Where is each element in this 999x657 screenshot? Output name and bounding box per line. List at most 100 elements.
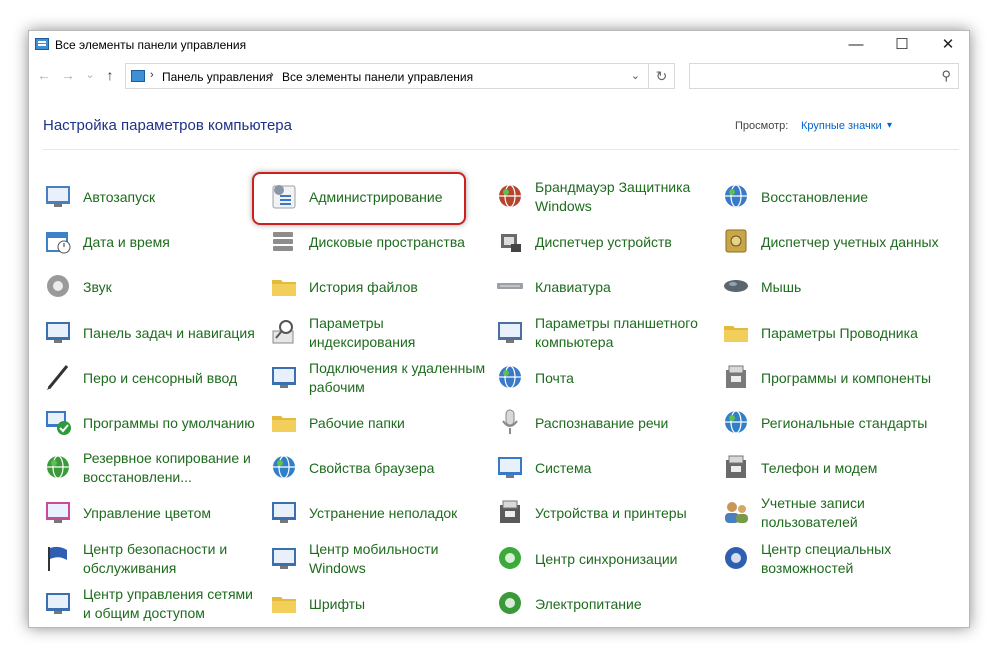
maximize-button[interactable]: ☐ — [879, 31, 925, 59]
control-panel-item[interactable]: Устранение неполадок — [269, 492, 489, 534]
work-folders-icon — [269, 407, 299, 437]
control-panel-item[interactable]: Свойства браузера — [269, 447, 489, 489]
address-toolbar: ← → ⌄ ↑ › Панель управления › Все элемен… — [29, 63, 969, 91]
control-panel-item[interactable]: Диспетчер учетных данных — [721, 221, 941, 263]
chevron-down-icon[interactable]: ▾ — [887, 120, 892, 131]
item-label: Программы по умолчанию — [83, 414, 255, 431]
recent-locations-button[interactable]: ⌄ — [81, 68, 99, 81]
control-panel-item[interactable]: Мышь — [721, 266, 941, 308]
item-label: Рабочие папки — [309, 414, 405, 431]
view-by-dropdown[interactable]: Крупные значки — [801, 120, 882, 132]
control-panel-item[interactable]: Региональные стандарты — [721, 402, 941, 444]
control-panel-item[interactable]: Дисковые пространства — [269, 221, 489, 263]
sync-center-icon — [495, 543, 525, 573]
refresh-button[interactable]: ↻ — [649, 63, 675, 89]
security-flag-icon — [43, 543, 73, 573]
item-label: Система — [535, 459, 592, 476]
breadcrumb-all-items[interactable]: Все элементы панели управления — [282, 70, 473, 84]
item-label: Управление цветом — [83, 504, 212, 521]
control-panel-item[interactable]: Рабочие папки — [269, 402, 489, 444]
item-label: Клавиатура — [535, 278, 611, 295]
control-panel-item[interactable]: Программы и компоненты — [721, 357, 941, 399]
power-options-icon — [495, 588, 525, 618]
search-icon[interactable]: ⚲ — [941, 68, 951, 84]
item-label: Устранение неполадок — [309, 504, 458, 521]
title-bar: Все элементы панели управления — ☐ ✕ — [29, 31, 969, 59]
item-label: Программы и компоненты — [761, 369, 932, 386]
item-label: Устройства и принтеры — [535, 504, 687, 521]
item-label: Свойства браузера — [309, 459, 435, 476]
control-panel-item[interactable]: Центр синхронизации — [495, 538, 715, 580]
color-management-icon — [43, 497, 73, 527]
control-panel-item[interactable]: Восстановление — [721, 176, 941, 218]
search-input[interactable]: ⚲ — [689, 63, 959, 89]
control-panel-item[interactable]: Параметры индексирования — [269, 312, 489, 354]
control-panel-item[interactable]: Электропитание — [495, 583, 715, 625]
item-label: Шрифты — [309, 595, 366, 612]
window-title: Все элементы панели управления — [55, 38, 247, 52]
control-panel-item[interactable]: Телефон и модем — [721, 447, 941, 489]
back-button[interactable]: ← — [35, 67, 53, 83]
control-panel-item[interactable]: Центр специальных возможностей — [721, 538, 941, 580]
control-panel-item[interactable]: Брандмауэр Защитника Windows — [495, 176, 715, 218]
item-label: Центр синхронизации — [535, 550, 678, 567]
credential-manager-icon — [721, 226, 751, 256]
control-panel-item[interactable]: Параметры Проводника — [721, 312, 941, 354]
item-label: Мышь — [761, 278, 802, 295]
control-panel-item[interactable]: Панель задач и навигация — [43, 312, 263, 354]
item-label: Брандмауэр Защитника Windows — [535, 179, 691, 214]
item-label: Параметры планшетного компьютера — [535, 315, 698, 350]
close-button[interactable]: ✕ — [925, 31, 969, 59]
control-panel-item[interactable]: Центр управления сетями и общим доступом — [43, 583, 263, 625]
item-label: Перо и сенсорный ввод — [83, 369, 238, 386]
control-panel-item[interactable]: Учетные записи пользователей — [721, 492, 941, 534]
control-panel-item[interactable]: Клавиатура — [495, 266, 715, 308]
control-panel-item[interactable]: Программы по умолчанию — [43, 402, 263, 444]
control-panel-item[interactable]: Управление цветом — [43, 492, 263, 534]
autoplay-icon — [43, 181, 73, 211]
control-panel-item[interactable]: Центр мобильности Windows — [269, 538, 489, 580]
item-label: Панель задач и навигация — [83, 324, 255, 341]
item-label: Диспетчер устройств — [535, 233, 672, 250]
control-panel-item[interactable]: Распознавание речи — [495, 402, 715, 444]
item-label: Звук — [83, 278, 112, 295]
address-dropdown-icon[interactable]: ⌄ — [631, 69, 640, 82]
control-panel-item[interactable]: История файлов — [269, 266, 489, 308]
item-label: Телефон и модем — [761, 459, 878, 476]
control-panel-item[interactable]: Подключения к удаленным рабочим — [269, 357, 489, 399]
control-panel-icon — [35, 38, 49, 50]
control-panel-item[interactable]: Диспетчер устройств — [495, 221, 715, 263]
troubleshooting-icon — [269, 497, 299, 527]
item-label: Параметры Проводника — [761, 324, 918, 341]
pen-icon — [43, 362, 73, 392]
taskbar-icon — [43, 317, 73, 347]
network-center-icon — [43, 588, 73, 618]
control-panel-item[interactable]: Дата и время — [43, 221, 263, 263]
up-button[interactable]: ↑ — [101, 67, 119, 83]
control-panel-item[interactable]: Параметры планшетного компьютера — [495, 312, 715, 354]
item-label: Параметры индексирования — [309, 315, 416, 350]
date-time-icon — [43, 226, 73, 256]
highlight-frame — [252, 172, 466, 225]
control-panel-item[interactable]: Шрифты — [269, 583, 489, 625]
control-panel-item[interactable]: Центр безопасности и обслуживания — [43, 538, 263, 580]
mouse-icon — [721, 271, 751, 301]
control-panel-icon — [131, 70, 145, 82]
breadcrumb-control-panel[interactable]: Панель управления — [162, 70, 272, 84]
control-panel-item[interactable]: Система — [495, 447, 715, 489]
recovery-icon — [721, 181, 751, 211]
devices-printers-icon — [495, 497, 525, 527]
address-bar[interactable]: › Панель управления › Все элементы панел… — [125, 63, 649, 89]
remote-desktop-icon — [269, 362, 299, 392]
minimize-button[interactable]: — — [833, 31, 879, 59]
control-panel-item[interactable]: Автозапуск — [43, 176, 263, 218]
storage-spaces-icon — [269, 226, 299, 256]
control-panel-item[interactable]: Резервное копирование и восстановлени... — [43, 447, 263, 489]
phone-modem-icon — [721, 452, 751, 482]
control-panel-item[interactable]: Устройства и принтеры — [495, 492, 715, 534]
control-panel-item[interactable]: Перо и сенсорный ввод — [43, 357, 263, 399]
fonts-icon — [269, 588, 299, 618]
control-panel-item[interactable]: Почта — [495, 357, 715, 399]
control-panel-item[interactable]: Звук — [43, 266, 263, 308]
forward-button[interactable]: → — [59, 67, 77, 83]
